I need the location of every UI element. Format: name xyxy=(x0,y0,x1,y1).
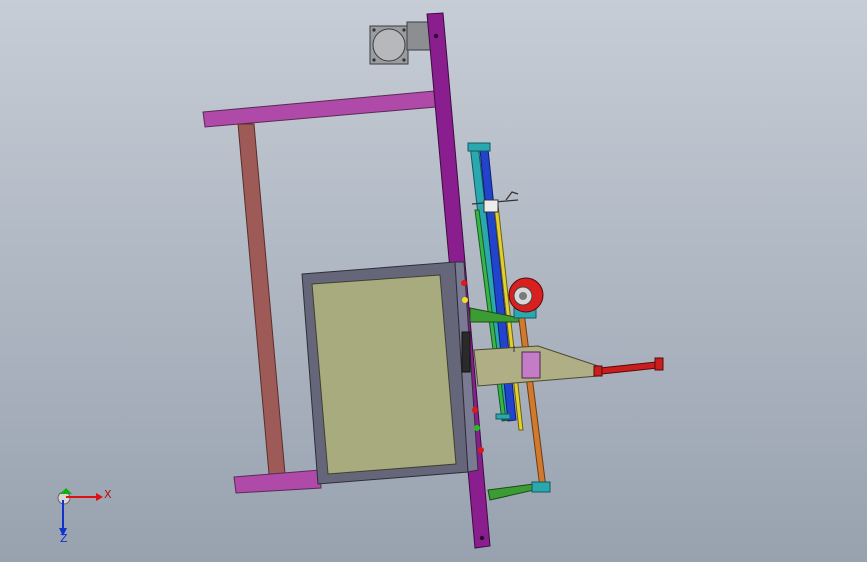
left-support-post[interactable] xyxy=(237,123,286,475)
motor-face xyxy=(372,28,406,62)
column-hole xyxy=(433,33,439,39)
cylinder-end-cap xyxy=(654,357,664,371)
indicator-light-red[interactable] xyxy=(478,447,484,453)
column-hole xyxy=(479,535,485,541)
panel-screen[interactable] xyxy=(311,274,457,475)
control-panel[interactable] xyxy=(301,261,484,485)
arm-pivot-block xyxy=(521,351,541,379)
rail-clamp xyxy=(483,199,499,213)
rail-top-cap xyxy=(467,142,491,152)
motor-bolt xyxy=(402,28,406,32)
panel-connector xyxy=(461,331,471,373)
wheel-center xyxy=(519,292,527,300)
motor-bolt xyxy=(372,58,376,62)
cylinder-rod-end xyxy=(593,365,603,377)
pneumatic-cylinder[interactable] xyxy=(593,357,664,377)
z-axis-label: Z xyxy=(60,532,68,545)
top-frame-beam[interactable] xyxy=(202,90,437,128)
cad-viewport[interactable]: X Z xyxy=(0,0,867,562)
indicator-light-red[interactable] xyxy=(472,407,478,413)
lower-green-bracket[interactable] xyxy=(487,483,535,501)
x-axis-label: X xyxy=(104,488,112,501)
indicator-light-red[interactable] xyxy=(461,280,467,286)
triad-y-marker xyxy=(60,488,72,494)
rail-hook xyxy=(505,191,519,201)
rail-bottom-foot xyxy=(495,413,511,420)
x-axis-head xyxy=(96,493,103,501)
shaft-lower-block xyxy=(531,481,551,493)
bottom-frame-beam[interactable] xyxy=(233,469,322,494)
orange-drive-shaft[interactable] xyxy=(517,311,547,489)
orientation-triad: X Z xyxy=(57,488,112,545)
cad-model-view[interactable]: X Z xyxy=(0,0,867,562)
motor-bolt xyxy=(402,58,406,62)
indicator-light-yellow[interactable] xyxy=(462,297,468,303)
cylinder-barrel xyxy=(599,361,659,375)
grinding-wheel[interactable] xyxy=(508,277,544,313)
motor-assembly[interactable] xyxy=(369,21,434,65)
motor-bolt xyxy=(372,28,376,32)
indicator-light-green[interactable] xyxy=(474,425,480,431)
